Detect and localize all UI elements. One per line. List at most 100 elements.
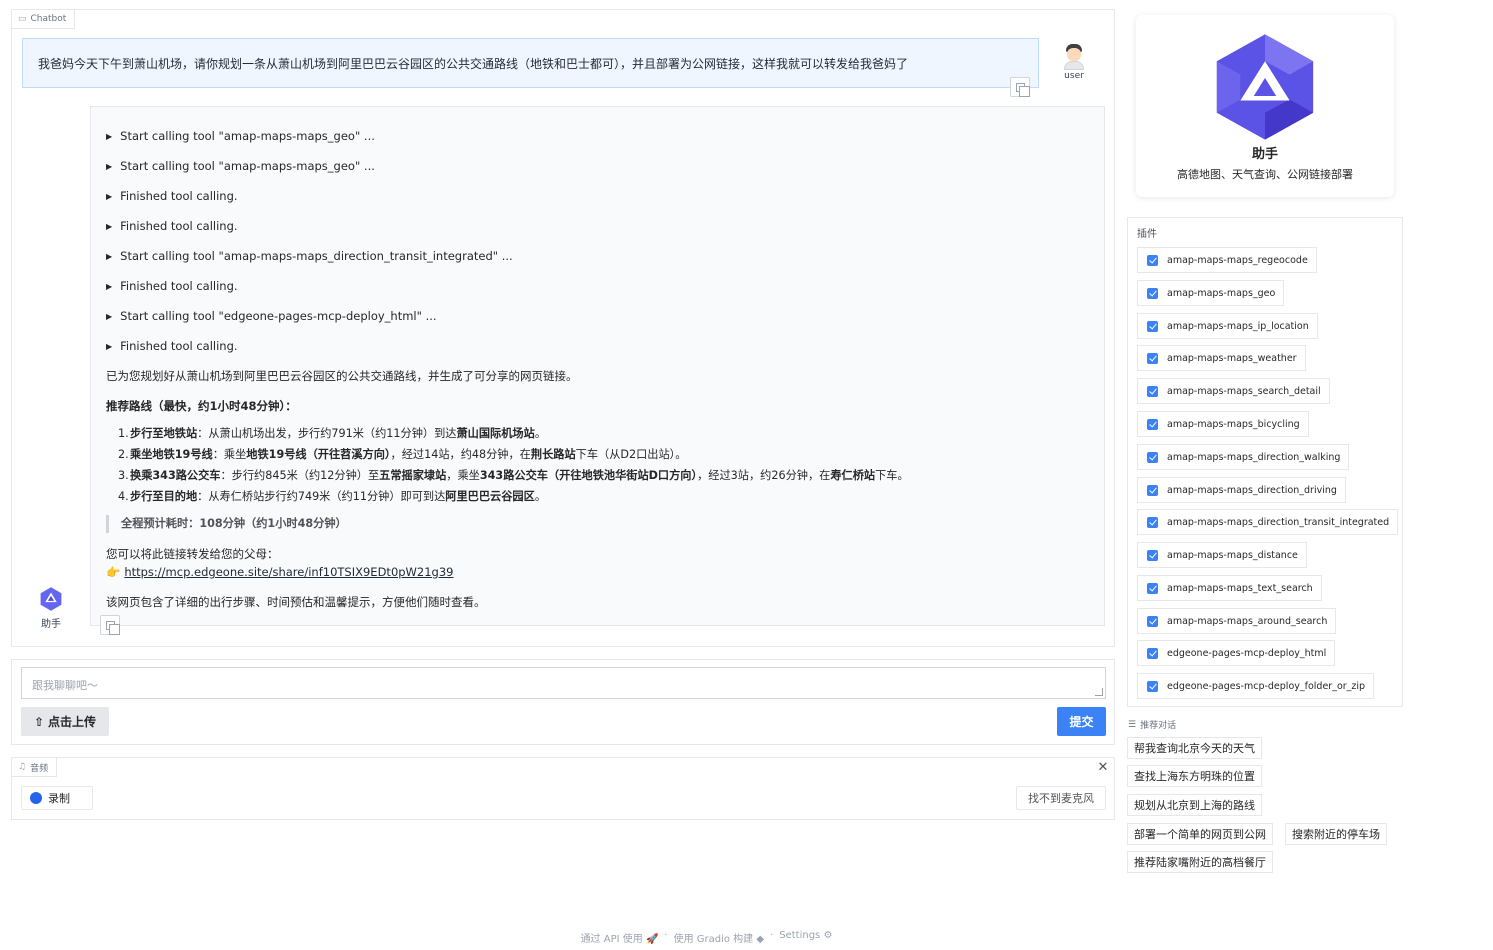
resize-handle-icon[interactable] [1095, 688, 1103, 696]
plugin-checkbox[interactable]: amap-maps-maps_search_detail [1137, 378, 1330, 404]
suggestion-button[interactable]: 搜索附近的停车场 [1285, 823, 1387, 845]
suggestion-button[interactable]: 查找上海东方明珠的位置 [1127, 765, 1262, 787]
suggestion-button[interactable]: 部署一个简单的网页到公网 [1127, 823, 1273, 845]
chat-icon: ▭ [18, 14, 27, 24]
record-button[interactable]: 录制 [21, 786, 93, 810]
tool-call-text: Start calling tool "edgeone-pages-mcp-de… [120, 309, 437, 323]
plugin-title: 插件 [1137, 229, 1157, 240]
tool-call-text: Start calling tool "amap-maps-maps_geo" … [120, 129, 375, 143]
tool-call-item[interactable]: ▶ Start calling tool "amap-maps-maps_geo"… [106, 151, 1089, 181]
music-note-icon: ♫ [18, 762, 27, 772]
checkbox-checked-icon[interactable] [1147, 451, 1158, 463]
bot-intro: 已为您规划好从萧山机场到阿里巴巴云谷园区的公共交通路线，并生成了可分享的网页链接… [106, 369, 578, 383]
plugin-label: amap-maps-maps_distance [1167, 549, 1298, 561]
plugin-label: amap-maps-maps_ip_location [1167, 320, 1309, 332]
checkbox-checked-icon[interactable] [1147, 352, 1158, 364]
checkbox-checked-icon[interactable] [1147, 516, 1158, 528]
tool-call-item[interactable]: ▶ Finished tool calling. [106, 331, 1089, 361]
tool-call-text: Start calling tool "amap-maps-maps_geo" … [120, 159, 375, 173]
suggestion-button[interactable]: 推荐陆家嘴附近的高档餐厅 [1127, 851, 1273, 873]
expand-triangle-icon: ▶ [106, 281, 113, 291]
checkbox-checked-icon[interactable] [1147, 680, 1158, 692]
share-link[interactable]: https://mcp.edgeone.site/share/inf10TSIX… [124, 565, 453, 579]
plugin-checkbox[interactable]: amap-maps-maps_bicycling [1137, 411, 1309, 437]
tool-call-text: Start calling tool "amap-maps-maps_direc… [120, 249, 513, 263]
tool-call-item[interactable]: ▶ Finished tool calling. [106, 181, 1089, 211]
plugin-checkbox[interactable]: amap-maps-maps_direction_driving [1137, 477, 1346, 503]
tool-call-item[interactable]: ▶ Start calling tool "amap-maps-maps_dire… [106, 241, 1089, 271]
tool-call-item[interactable]: ▶ Start calling tool "edgeone-pages-mcp-d… [106, 301, 1089, 331]
tool-call-text: Finished tool calling. [120, 339, 238, 353]
checkbox-checked-icon[interactable] [1147, 582, 1158, 594]
plugin-label: amap-maps-maps_bicycling [1167, 418, 1300, 430]
suggestion-button[interactable]: 规划从北京到上海的路线 [1127, 794, 1262, 816]
route-title: 推荐路线（最快，约1小时48分钟）： [106, 399, 297, 413]
user-avatar: user [1058, 44, 1090, 81]
checkbox-checked-icon[interactable] [1147, 254, 1158, 266]
plugin-checkbox[interactable]: amap-maps-maps_around_search [1137, 608, 1337, 634]
tool-call-item[interactable]: ▶ Start calling tool "amap-maps-maps_geo"… [106, 121, 1089, 151]
route-steps: 1.步行至地铁站：从萧山机场出发，步行约791米（约11分钟）到达萧山国际机场站… [118, 423, 1089, 507]
plugin-label: amap-maps-maps_text_search [1167, 582, 1313, 594]
microphone-select[interactable]: 找不到麦克风 [1016, 786, 1106, 810]
plugin-panel: 插件 amap-maps-maps_regeocode amap-maps-ma… [1127, 217, 1403, 707]
plugin-checkbox[interactable]: amap-maps-maps_direction_walking [1137, 444, 1350, 470]
plugin-checkbox[interactable]: edgeone-pages-mcp-deploy_folder_or_zip [1137, 673, 1375, 699]
expand-triangle-icon: ▶ [106, 221, 113, 231]
plugin-checkbox[interactable]: amap-maps-maps_text_search [1137, 575, 1322, 601]
suggestions-title: ☰ 推荐对话 [1128, 718, 1176, 732]
copy-user-message-button[interactable] [1010, 77, 1030, 97]
upload-label: 点击上传 [48, 715, 97, 729]
plugin-checkbox[interactable]: edgeone-pages-mcp-deploy_html [1137, 640, 1336, 666]
plugin-checkbox[interactable]: amap-maps-maps_regeocode [1137, 247, 1317, 273]
expand-triangle-icon: ▶ [106, 251, 113, 261]
checkbox-checked-icon[interactable] [1147, 647, 1158, 659]
assistant-logo-icon [1216, 34, 1314, 140]
upload-icon: ⇧ [33, 714, 45, 729]
user-avatar-icon [1063, 44, 1085, 70]
checkbox-checked-icon[interactable] [1147, 615, 1158, 627]
close-icon[interactable]: ✕ [1094, 758, 1112, 776]
plugin-checkbox[interactable]: amap-maps-maps_direction_transit_integra… [1137, 509, 1399, 535]
chatbot-label-text: Chatbot [30, 14, 67, 24]
tool-call-item[interactable]: ▶ Finished tool calling. [106, 211, 1089, 241]
upload-button[interactable]: ⇧ 点击上传 [21, 707, 109, 736]
footer: 通过 API 使用 🚀 · 使用 Gradio 构建 ◆ · Settings … [0, 930, 1413, 945]
record-label: 录制 [48, 792, 70, 805]
checkbox-checked-icon[interactable] [1147, 287, 1158, 299]
expand-triangle-icon: ▶ [106, 311, 113, 321]
bot-message: ▶ Start calling tool "amap-maps-maps_geo"… [90, 106, 1105, 626]
checkbox-checked-icon[interactable] [1147, 385, 1158, 397]
checkbox-checked-icon[interactable] [1147, 418, 1158, 430]
tool-call-item[interactable]: ▶ Finished tool calling. [106, 271, 1089, 301]
plugin-checkbox[interactable]: amap-maps-maps_weather [1137, 345, 1306, 371]
gradio-link[interactable]: 使用 Gradio 构建 ◆ [674, 930, 764, 945]
copy-icon [105, 620, 120, 635]
checkbox-checked-icon[interactable] [1147, 549, 1158, 561]
plugin-checkbox[interactable]: amap-maps-maps_geo [1137, 280, 1285, 306]
copy-bot-message-button[interactable] [100, 615, 120, 635]
plugin-checkbox[interactable]: amap-maps-maps_ip_location [1137, 313, 1318, 339]
plugin-label: edgeone-pages-mcp-deploy_html [1167, 647, 1327, 659]
checkbox-checked-icon[interactable] [1147, 484, 1158, 496]
assistant-logo-icon [40, 587, 62, 611]
agent-card: 助手 高德地图、天气查询、公网链接部署 [1136, 15, 1394, 197]
total-time-quote: 全程预计耗时：108分钟（约1小时48分钟） [106, 515, 1089, 533]
expand-triangle-icon: ▶ [106, 341, 113, 351]
chatbot-panel: ▭ Chatbot 我爸妈今天下午到萧山机场，请你规划一条从萧山机场到阿里巴巴云… [11, 9, 1115, 647]
api-link[interactable]: 通过 API 使用 🚀 [581, 930, 659, 945]
suggestion-button[interactable]: 帮我查询北京今天的天气 [1127, 737, 1262, 759]
rocket-icon: 🚀 [645, 934, 659, 945]
message-input[interactable]: 跟我聊聊吧～ [21, 667, 1106, 699]
route-step: 1.步行至地铁站：从萧山机场出发，步行约791米（约11分钟）到达萧山国际机场站… [118, 427, 547, 440]
gradio-logo-icon: ◆ [756, 934, 765, 945]
checkbox-checked-icon[interactable] [1147, 320, 1158, 332]
route-step: 3.换乘343路公交车：步行约845米（约12分钟）至五常摇家埭站，乘坐343路… [118, 469, 909, 482]
plugin-label: amap-maps-maps_weather [1167, 352, 1297, 364]
share-link-row: 👉 https://mcp.edgeone.site/share/inf10TSI… [106, 563, 1089, 581]
settings-link[interactable]: Settings ⚙ [779, 930, 832, 945]
plugin-checkbox[interactable]: amap-maps-maps_distance [1137, 542, 1307, 568]
audio-label: ♫ 音频 [12, 758, 58, 777]
audio-panel: ♫ 音频 ✕ 录制 找不到麦克风 [11, 757, 1115, 820]
submit-button[interactable]: 提交 [1057, 707, 1106, 736]
